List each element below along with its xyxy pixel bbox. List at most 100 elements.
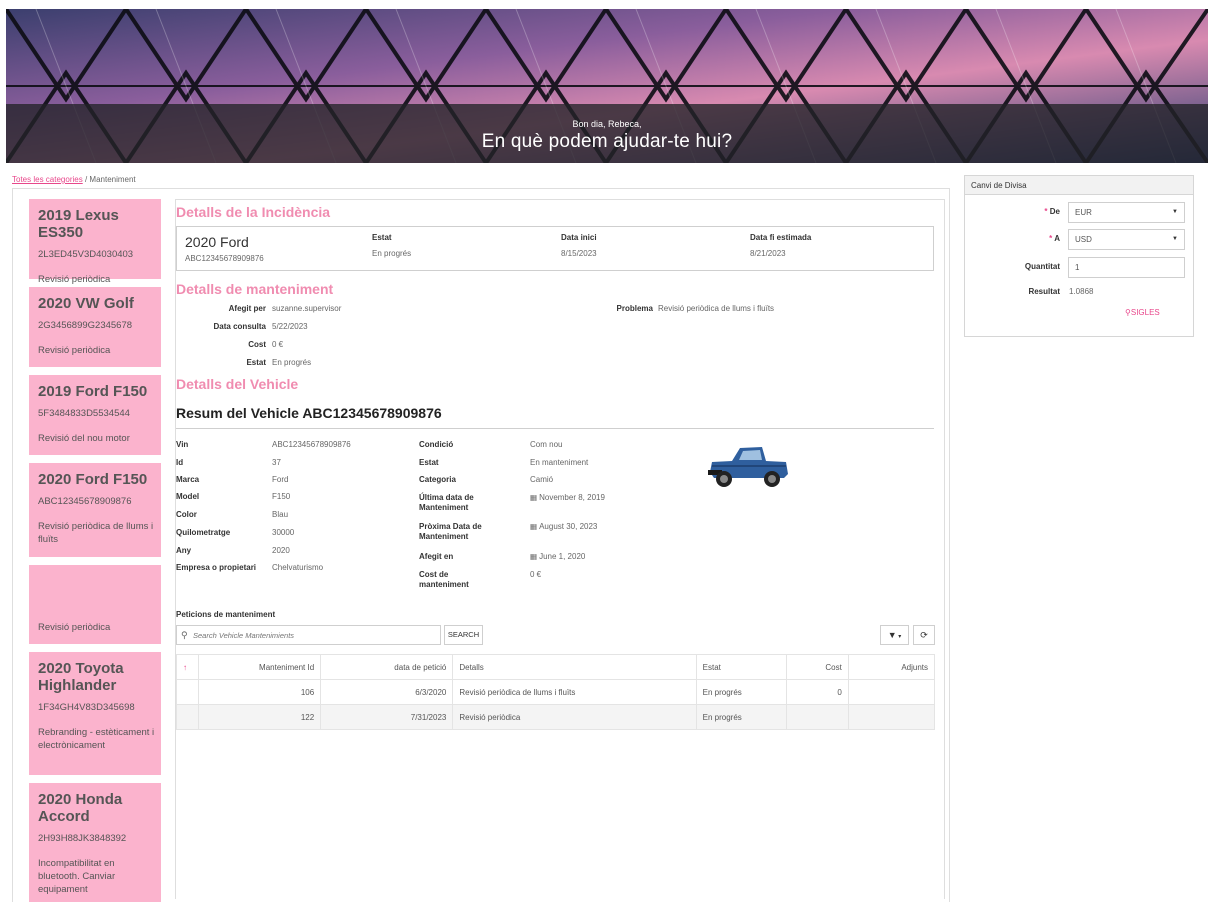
incident-summary-box: 2020 Ford ABC12345678909876 [176, 226, 934, 271]
filter-button[interactable]: ▼ ▾ [880, 625, 909, 645]
cost-value: 0 € [272, 340, 284, 349]
vehicle-card[interactable]: 2020 Honda Accord 2H93H88JK3848392 Incom… [29, 783, 161, 902]
problem-label: Problema [616, 304, 653, 313]
result-value: 1.0868 [1069, 287, 1094, 296]
calendar-icon: ▦ [530, 522, 538, 531]
status-value: En progrés [272, 358, 312, 367]
spec-value: Com nou [530, 440, 563, 449]
spec-value: ABC12345678909876 [272, 440, 351, 449]
sort-arrow-icon: ↑ [183, 662, 187, 672]
sigles-button[interactable]: ⚲SIGLES [1125, 308, 1160, 317]
spec-label: Pròxima Data de Manteniment [419, 522, 482, 541]
spec-label: Any [176, 546, 192, 555]
vehicle-card-vin: 2L3ED45V3D4030403 [38, 249, 134, 260]
from-currency-select[interactable]: EUR ▼ [1068, 202, 1185, 223]
breadcrumb-current: Manteniment [89, 175, 136, 184]
currency-panel-title: Canvi de Divisa [965, 176, 1193, 195]
spec-value: ▦ June 1, 2020 [530, 552, 585, 562]
vehicle-card-vin: ABC12345678909876 [38, 496, 132, 507]
added-by-label: Afegit per [228, 304, 266, 313]
incident-vehicle-title: 2020 Ford [185, 234, 249, 250]
spec-label: Empresa o propietari [176, 563, 257, 572]
vehicle-card-title: 2019 Lexus ES350 [38, 207, 119, 241]
spec-label: Última data de Manteniment [419, 493, 474, 512]
incident-status-value: En progrés [372, 249, 412, 258]
status-label: Estat [246, 358, 266, 367]
spec-value: En manteniment [530, 458, 589, 467]
spec-label: Condició [419, 440, 454, 449]
chevron-down-icon: ▼ [1172, 236, 1178, 242]
vehicle-card[interactable]: 2020 VW Golf 2G3456899G2345678 Revisió p… [29, 287, 161, 367]
incident-section-title: Detalls de la Incidència [176, 204, 331, 220]
incident-end-label: Data fi estimada [750, 233, 812, 242]
column-header-date[interactable]: data de petició [320, 654, 454, 680]
incident-end-value: 8/21/2023 [750, 249, 786, 258]
row-selector [175, 704, 200, 730]
spec-label: Cost de manteniment [419, 570, 469, 589]
requests-search-input[interactable] [193, 629, 433, 642]
cell-attachments [847, 704, 936, 730]
spec-value: 2020 [272, 546, 290, 555]
refresh-button[interactable]: ⟳ [913, 625, 935, 645]
spec-value: 0 € [530, 570, 542, 579]
cell-cost [785, 704, 849, 730]
problem-value: Revisió periòdica de llums i fluïts [658, 304, 775, 313]
vehicle-photo [708, 447, 788, 487]
vehicle-card-description: Incompatibilitat en bluetooth. Canviar e… [38, 858, 116, 895]
hero-banner: Bon dia, Rebeca, En què podem ajudar-te … [6, 9, 1208, 163]
consult-date-value: 5/22/2023 [272, 322, 308, 331]
calendar-icon: ▦ [530, 552, 538, 561]
column-header-cost[interactable]: Cost [785, 654, 849, 680]
spec-label: Id [176, 458, 184, 467]
column-header-status[interactable]: Estat [695, 654, 787, 680]
cell-date: 6/3/2020 [320, 679, 454, 705]
cell-id: 122 [198, 704, 322, 730]
spec-label: Quilometratge [176, 528, 231, 537]
cell-details: Revisió periòdica de llums i fluïts [452, 679, 697, 705]
vehicle-card-vin: 1F34GH4V83D345698 [38, 702, 135, 713]
cell-id: 106 [198, 679, 322, 705]
summary-divider [176, 428, 934, 429]
column-header-details[interactable]: Detalls [452, 654, 697, 680]
calendar-icon: ▦ [530, 493, 538, 502]
table-row[interactable]: 122 7/31/2023 Revisió periòdica En progr… [175, 704, 936, 730]
incident-start-label: Data inici [561, 233, 597, 242]
to-currency-select[interactable]: USD ▼ [1068, 229, 1185, 250]
cell-date: 7/31/2023 [320, 704, 454, 730]
table-row[interactable]: 106 6/3/2020 Revisió periòdica de llums … [175, 679, 936, 705]
vehicle-card-description: Revisió periòdica [38, 274, 111, 285]
vehicle-card[interactable]: 2019 Lexus ES350 2L3ED45V3D4030403 Revis… [29, 199, 161, 285]
vehicle-card-description: Rebranding - estèticament i electrònicam… [38, 727, 155, 751]
amount-input[interactable]: 1 [1068, 257, 1185, 278]
vehicle-card[interactable]: 2019 Ford F150 5F3484833D5534544 Revisió… [29, 375, 161, 455]
vehicle-card-title: 2020 Honda Accord [38, 791, 123, 825]
help-headline: En què podem ajudar-te hui? [481, 131, 733, 152]
spec-label: Afegit en [419, 552, 454, 561]
vehicle-card-title: 2020 Ford F150 [38, 471, 148, 488]
column-header-attachments[interactable]: Adjunts [847, 654, 936, 680]
sort-indicator[interactable]: ↑ [175, 654, 200, 680]
sigles-label: SIGLES [1130, 308, 1160, 317]
vehicle-details-section-title: Detalls del Vehicle [176, 376, 299, 392]
spec-label: Vin [176, 440, 189, 449]
vehicle-card-description: Revisió periòdica de llums i fluïts [38, 521, 154, 545]
breadcrumb-all-categories[interactable]: Totes les categories [12, 175, 83, 184]
vehicle-card[interactable]: 2020 Toyota Highlander 1F34GH4V83D345698… [29, 652, 161, 775]
filter-icon: ▼ [887, 630, 897, 640]
requests-search-field[interactable]: ⚲ [176, 625, 441, 645]
result-label: Resultat [1028, 287, 1060, 296]
breadcrumb-separator: / [84, 175, 88, 184]
banner-greeting-strip: Bon dia, Rebeca, En què podem ajudar-te … [6, 104, 1208, 163]
spec-value: ▦ November 8, 2019 [530, 493, 605, 503]
column-header-id[interactable]: Manteniment Id [198, 654, 322, 680]
incident-vehicle-vin: ABC12345678909876 [185, 254, 264, 263]
search-button[interactable]: SEARCH [444, 625, 483, 645]
chevron-down-icon: ▼ [1172, 209, 1178, 215]
vehicle-card[interactable]: 2020 Ford F150 ABC12345678909876 Revisió… [29, 463, 161, 557]
incident-start-value: 8/15/2023 [561, 249, 597, 258]
spec-value: 30000 [272, 528, 295, 537]
vehicle-list: 2019 Lexus ES350 2L3ED45V3D4030403 Revis… [29, 199, 162, 902]
vehicle-card[interactable]: Revisió periòdica [29, 565, 161, 644]
spec-value: Blau [272, 510, 289, 519]
vehicle-card-vin: 2H93H88JK3848392 [38, 833, 127, 844]
